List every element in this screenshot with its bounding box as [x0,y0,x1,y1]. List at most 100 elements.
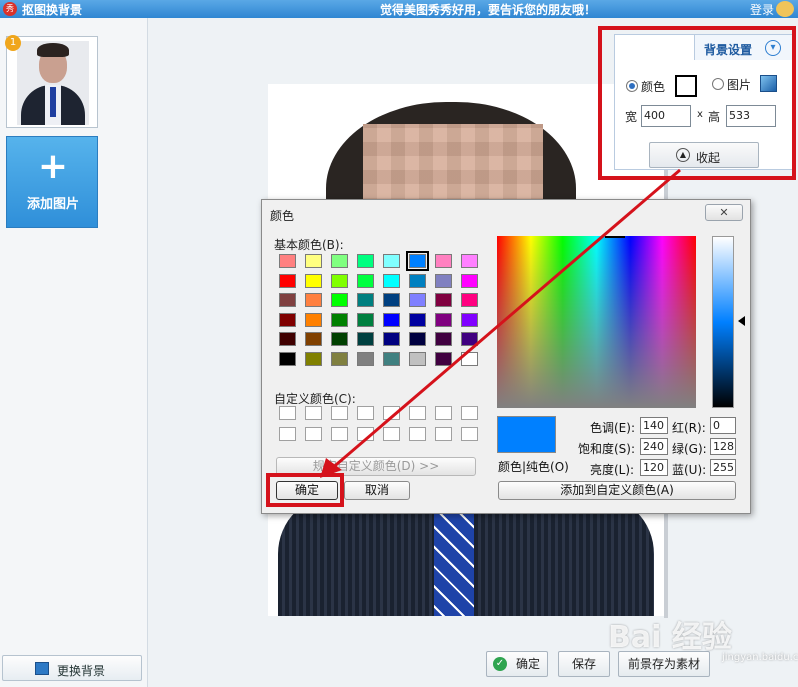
cancel-button[interactable]: 取消 [344,481,410,500]
basic-color-swatch[interactable] [461,273,478,288]
basic-color-swatch[interactable] [279,312,296,327]
add-to-custom-colors-button[interactable]: 添加到自定义颜色(A) [498,481,736,500]
hue-input[interactable]: 140 [640,417,668,434]
login-link[interactable]: 登录 [750,1,774,18]
basic-color-swatch[interactable] [331,312,348,327]
custom-color-swatch[interactable] [357,427,374,441]
basic-color-swatch[interactable] [305,254,322,268]
custom-color-swatch[interactable] [409,406,426,420]
basic-color-swatch[interactable] [409,332,426,346]
add-image-button[interactable]: + 添加图片 [6,136,98,228]
basic-color-swatch[interactable] [409,351,426,366]
basic-color-swatch[interactable] [461,254,478,268]
color-solid-label: 颜色|纯色(O) [498,460,569,474]
basic-color-swatch[interactable] [357,312,374,327]
basic-color-swatch[interactable] [279,332,296,346]
close-button[interactable]: ✕ [705,204,743,221]
custom-color-swatch[interactable] [357,406,374,420]
hue-label: 色调(E): [590,421,635,435]
basic-color-swatch[interactable] [383,273,400,288]
custom-colors-label: 自定义颜色(C): [274,392,356,406]
basic-color-swatch[interactable] [435,332,452,346]
blue-input[interactable]: 255 [710,459,736,476]
thumbnail-image [17,41,89,125]
custom-color-swatch[interactable] [383,427,400,441]
luminance-input[interactable]: 120 [640,459,668,476]
luminance-label: 亮度(L): [590,463,635,477]
custom-color-swatch[interactable] [409,427,426,441]
basic-color-swatch[interactable] [357,273,374,288]
basic-colors-label: 基本颜色(B): [274,238,344,252]
watermark-url: jingyan.baidu.com [722,652,798,663]
basic-color-swatch[interactable] [305,351,322,366]
basic-color-swatch[interactable] [383,293,400,307]
custom-color-swatch[interactable] [279,427,296,441]
change-background-label: 更换背景 [57,664,106,678]
basic-color-swatch[interactable] [409,273,426,288]
basic-color-swatch[interactable] [279,273,296,288]
basic-color-swatch[interactable] [435,254,452,268]
app-title: 抠图换背景 [22,3,83,17]
red-input[interactable]: 0 [710,417,736,434]
basic-color-swatch[interactable] [383,312,400,327]
basic-color-swatch[interactable] [331,351,348,366]
basic-color-swatch[interactable] [331,332,348,346]
basic-color-swatch[interactable] [331,293,348,307]
basic-color-swatch[interactable] [435,351,452,366]
custom-color-swatch[interactable] [331,427,348,441]
green-input[interactable]: 128 [710,438,736,455]
basic-color-swatch[interactable] [305,312,322,327]
basic-color-swatch[interactable] [331,254,348,268]
custom-color-swatch[interactable] [383,406,400,420]
basic-color-swatch[interactable] [461,351,478,366]
slogan-text: 觉得美图秀秀好用，要告诉您的朋友哦！ [380,3,597,17]
change-background-button[interactable]: 更换背景 [2,655,142,681]
basic-color-swatch[interactable] [461,332,478,346]
custom-color-swatch[interactable] [435,406,452,420]
basic-color-swatch[interactable] [435,312,452,327]
color-spectrum[interactable] [497,236,696,408]
luminance-slider[interactable] [712,236,734,408]
basic-color-swatch[interactable] [357,332,374,346]
luminance-arrow-icon[interactable] [738,316,745,326]
basic-color-swatch[interactable] [406,251,429,271]
custom-color-swatch[interactable] [461,406,478,420]
custom-color-swatch[interactable] [305,427,322,441]
basic-color-swatch[interactable] [435,293,452,307]
color-preview [497,416,556,453]
basic-color-swatch[interactable] [357,351,374,366]
basic-color-swatch[interactable] [461,293,478,307]
basic-color-swatch[interactable] [279,254,296,268]
basic-color-swatch[interactable] [383,351,400,366]
tie-region [434,504,474,616]
basic-color-swatch[interactable] [305,332,322,346]
custom-color-swatch[interactable] [435,427,452,441]
spectrum-crosshair-icon [605,236,625,240]
image-icon [35,662,49,675]
basic-color-swatch[interactable] [279,293,296,307]
basic-color-swatch[interactable] [331,273,348,288]
custom-color-swatch[interactable] [279,406,296,420]
custom-color-swatch[interactable] [461,427,478,441]
basic-color-swatch[interactable] [383,254,400,268]
photo-thumbnail[interactable]: 1 [5,35,98,128]
basic-color-swatch[interactable] [383,332,400,346]
basic-color-swatch[interactable] [279,351,296,366]
custom-color-swatch[interactable] [331,406,348,420]
basic-color-swatch[interactable] [357,293,374,307]
custom-color-swatch[interactable] [305,406,322,420]
save-button[interactable]: 保存 [558,651,610,677]
title-bar: 秀 抠图换背景 觉得美图秀秀好用，要告诉您的朋友哦！ 登录 [0,0,798,18]
confirm-button[interactable]: ✓ 确定 [486,651,548,677]
user-icon[interactable] [776,1,794,17]
basic-color-swatch[interactable] [305,273,322,288]
basic-color-swatch[interactable] [461,312,478,327]
basic-color-swatch[interactable] [435,273,452,288]
blue-label: 蓝(U): [672,463,707,477]
red-label: 红(R): [672,421,706,435]
basic-color-swatch[interactable] [305,293,322,307]
basic-color-swatch[interactable] [409,293,426,307]
basic-color-swatch[interactable] [357,254,374,268]
saturation-input[interactable]: 240 [640,438,668,455]
basic-color-swatch[interactable] [409,312,426,327]
